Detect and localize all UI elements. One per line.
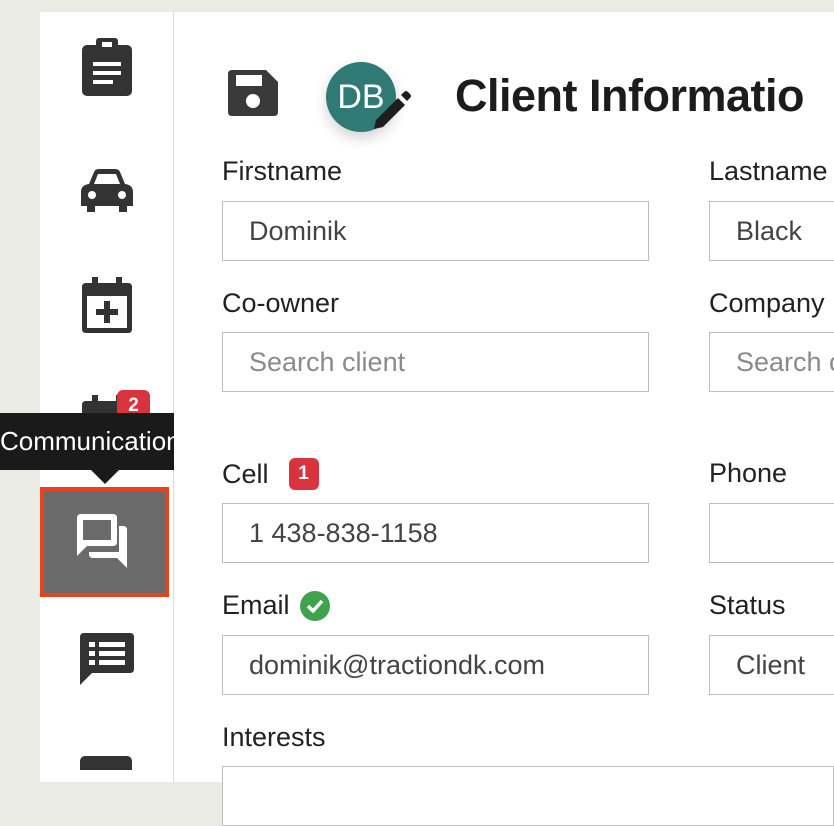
sidebar-item-notes[interactable] — [40, 605, 173, 715]
cell-label: Cell — [222, 458, 269, 489]
company-placeholder: Search c — [736, 346, 834, 377]
lastname-value: Black — [736, 215, 803, 246]
calendar-plus-icon — [81, 277, 132, 333]
firstname-field[interactable]: Dominik — [222, 201, 649, 261]
company-label: Company — [709, 288, 825, 318]
email-label: Email — [222, 590, 290, 620]
phone-field[interactable] — [709, 503, 834, 563]
page-title: Client Informatio — [455, 70, 805, 121]
status-label: Status — [709, 590, 786, 620]
lastname-field[interactable]: Black — [709, 201, 834, 261]
tooltip-text: Communications — [0, 426, 194, 456]
car-icon — [80, 169, 133, 212]
chat-bubbles-icon — [76, 514, 127, 568]
firstname-value: Dominik — [249, 215, 347, 246]
sidebar-item-vehicles[interactable] — [40, 136, 173, 246]
coowner-placeholder: Search client — [249, 346, 406, 377]
cell-badge: 1 — [288, 458, 319, 490]
company-search-input[interactable]: Search c — [709, 332, 834, 392]
email-value: dominik@tractiondk.com — [249, 649, 546, 680]
sidebar-item-new-appointment[interactable] — [40, 250, 173, 360]
email-label-row: Email — [222, 590, 330, 621]
firstname-label: Firstname — [222, 156, 343, 186]
lastname-label: Lastname — [709, 156, 828, 186]
email-field[interactable]: dominik@tractiondk.com — [222, 635, 649, 695]
cell-field[interactable]: 1 438-838-1158 — [222, 503, 649, 563]
tooltip-arrow — [91, 470, 119, 484]
status-value: Client — [736, 649, 806, 680]
sidebar-item-tasks[interactable] — [40, 12, 173, 122]
save-icon[interactable] — [228, 70, 278, 116]
comment-list-icon — [79, 633, 134, 685]
sidebar-item-partial-icon[interactable] — [80, 756, 132, 770]
sidebar-item-communications[interactable] — [40, 487, 169, 597]
interests-field[interactable] — [222, 766, 834, 826]
coowner-search-input[interactable]: Search client — [222, 332, 649, 392]
status-select[interactable]: Client — [709, 635, 834, 695]
cell-label-row: Cell 1 — [222, 458, 319, 490]
interests-label: Interests — [222, 722, 326, 752]
pencil-icon[interactable] — [372, 90, 412, 130]
phone-label: Phone — [709, 458, 788, 488]
clipboard-icon — [81, 38, 132, 96]
cell-value: 1 438-838-1158 — [249, 517, 438, 548]
coowner-label: Co-owner — [222, 288, 340, 318]
verified-check-icon — [299, 590, 330, 621]
